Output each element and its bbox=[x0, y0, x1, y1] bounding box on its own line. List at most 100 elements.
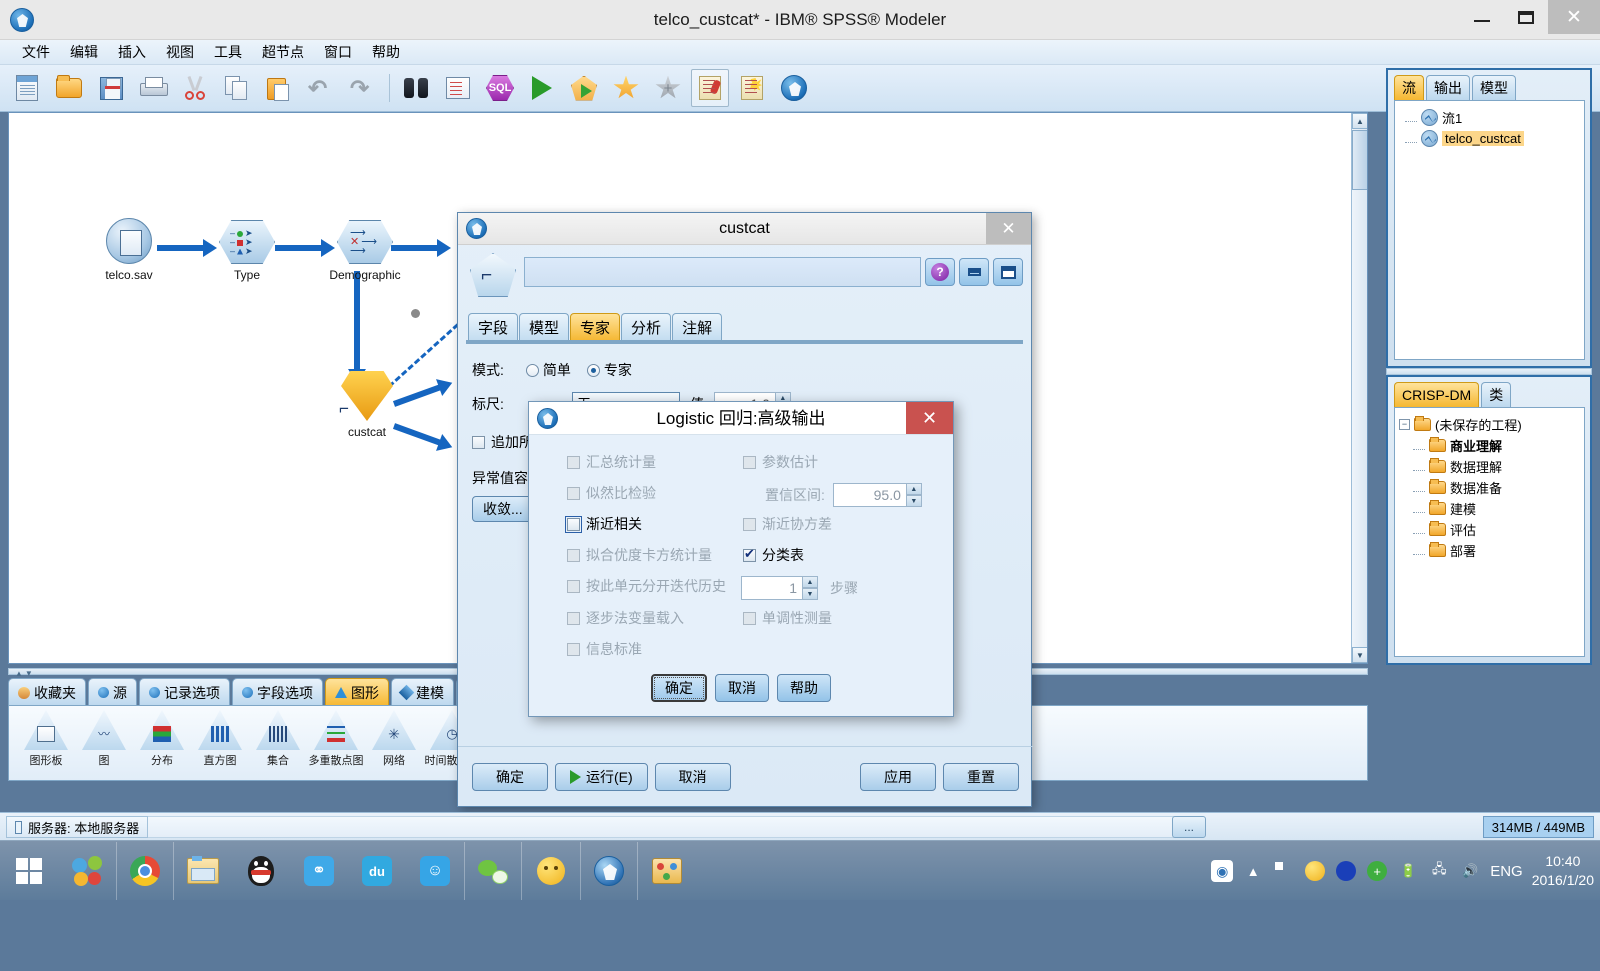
menu-item-supernode[interactable]: 超节点 bbox=[252, 40, 314, 64]
tray-language-indicator[interactable]: ENG bbox=[1490, 863, 1523, 880]
tab-outputs[interactable]: 输出 bbox=[1426, 75, 1470, 100]
menu-item-file[interactable]: 文件 bbox=[12, 40, 60, 64]
tab-streams[interactable]: 流 bbox=[1394, 75, 1424, 100]
menu-item-help[interactable]: 帮助 bbox=[362, 40, 410, 64]
classification-table-row[interactable]: 分类表 bbox=[743, 545, 804, 565]
summary-statistics-checkbox[interactable] bbox=[567, 455, 580, 469]
canvas-node-type[interactable]: – ➤ – ➤ – ➤ Type bbox=[202, 220, 292, 282]
palette-tab-field-ops[interactable]: 字段选项 bbox=[232, 678, 323, 706]
taskbar-icon-wechat[interactable] bbox=[464, 842, 522, 900]
tray-icon-network[interactable]: 🖧 bbox=[1428, 860, 1450, 882]
custcat-help-button[interactable]: ? bbox=[925, 258, 955, 286]
taskbar-icon-emoji[interactable] bbox=[522, 842, 580, 900]
palette-node-graphboard[interactable]: 图形板 bbox=[17, 710, 75, 768]
palette-node-plot[interactable]: 〰 图 bbox=[75, 710, 133, 768]
palette-tab-favorites[interactable]: 收藏夹 bbox=[8, 678, 86, 706]
spinner-buttons[interactable]: ▲▼ bbox=[906, 483, 922, 507]
custcat-minimize-button[interactable] bbox=[959, 258, 989, 286]
tab-classes[interactable]: 类 bbox=[1481, 382, 1512, 407]
tab-models[interactable]: 模型 bbox=[1472, 75, 1516, 100]
menu-item-edit[interactable]: 编辑 bbox=[60, 40, 108, 64]
undo-button[interactable]: ↶ bbox=[302, 69, 340, 107]
parameter-estimates-checkbox[interactable] bbox=[743, 455, 756, 469]
cut-button[interactable] bbox=[176, 69, 214, 107]
tray-icon-volume[interactable]: 🔊 bbox=[1459, 860, 1481, 882]
spinner-down-icon[interactable]: ▼ bbox=[803, 588, 818, 600]
asymptotic-correlation-checkbox[interactable] bbox=[565, 515, 582, 533]
project-tree-item-modeling[interactable]: 建模 bbox=[1399, 498, 1580, 519]
palette-node-web[interactable]: ✳ 网络 bbox=[365, 710, 423, 768]
tray-icon-green-plus[interactable]: + bbox=[1366, 860, 1388, 882]
modal-cancel-button[interactable]: 取消 bbox=[715, 674, 769, 702]
spinner-down-icon[interactable]: ▼ bbox=[906, 495, 922, 507]
tab-crisp-dm[interactable]: CRISP-DM bbox=[1394, 382, 1480, 407]
add-favorite-button[interactable] bbox=[607, 69, 645, 107]
window-maximize-button[interactable] bbox=[1504, 0, 1548, 34]
classification-table-checkbox[interactable] bbox=[743, 546, 756, 562]
taskbar-icon-explorer[interactable] bbox=[174, 842, 232, 900]
taskbar-icon-baidu-cloud[interactable]: ⚭ bbox=[290, 842, 348, 900]
palette-tab-sources[interactable]: 源 bbox=[88, 678, 137, 706]
window-close-button[interactable]: ✕ bbox=[1548, 0, 1600, 34]
converge-button[interactable]: 收敛... bbox=[472, 496, 534, 522]
custcat-run-button[interactable]: 运行(E) bbox=[555, 763, 648, 791]
custcat-reset-button[interactable]: 重置 bbox=[943, 763, 1019, 791]
palette-tab-graphs[interactable]: 图形 bbox=[325, 678, 389, 706]
information-criteria-checkbox[interactable] bbox=[567, 642, 580, 656]
project-tree[interactable]: − (未保存的工程) 商业理解 数据理解 数据准备 建模 评估 部署 bbox=[1394, 407, 1585, 657]
stream-tree-item-2[interactable]: telco_custcat bbox=[1399, 128, 1580, 149]
taskbar-clock[interactable]: 10:40 2016/1/20 bbox=[1532, 852, 1594, 890]
scrollbar-thumb[interactable] bbox=[1352, 130, 1367, 190]
menu-item-tools[interactable]: 工具 bbox=[204, 40, 252, 64]
custcat-maximize-button[interactable] bbox=[993, 258, 1023, 286]
parameter-estimates-row[interactable]: 参数估计 bbox=[743, 452, 818, 472]
iteration-history-checkbox[interactable] bbox=[567, 579, 580, 593]
palette-node-collection[interactable]: 集合 bbox=[249, 710, 307, 768]
steps-spinner[interactable]: 1 ▲ ▼ bbox=[741, 576, 818, 600]
canvas-node-demographic[interactable]: ⟶ ✕ ⟶ ⟶ Demographic bbox=[320, 220, 410, 282]
palette-node-multiplot[interactable]: 多重散点图 bbox=[307, 710, 365, 768]
run-selection-button[interactable] bbox=[565, 69, 603, 107]
stream-notes-button[interactable] bbox=[691, 69, 729, 107]
tray-icon-battery[interactable]: 🔋 bbox=[1397, 860, 1419, 882]
taskbar-icon-flowers[interactable] bbox=[58, 842, 116, 900]
palette-tab-modeling[interactable]: 建模 bbox=[391, 678, 454, 706]
tray-icon-emoji[interactable] bbox=[1304, 860, 1326, 882]
canvas-node-custcat[interactable]: ⌐ custcat bbox=[322, 371, 412, 439]
confidence-interval-spinner[interactable]: 95.0 ▲ ▼ bbox=[832, 483, 922, 507]
palette-node-histogram[interactable]: 直方图 bbox=[191, 710, 249, 768]
streams-tree[interactable]: 流1 telco_custcat bbox=[1394, 100, 1585, 360]
save-button[interactable] bbox=[92, 69, 130, 107]
tray-icon-windows[interactable] bbox=[1273, 860, 1295, 882]
custcat-apply-button[interactable]: 应用 bbox=[860, 763, 936, 791]
run-stream-button[interactable] bbox=[523, 69, 561, 107]
menu-item-view[interactable]: 视图 bbox=[156, 40, 204, 64]
palette-node-distribution[interactable]: 分布 bbox=[133, 710, 191, 768]
modal-ok-button[interactable]: 确定 bbox=[651, 674, 707, 702]
asymptotic-correlation-row[interactable]: 渐近相关 bbox=[565, 514, 642, 534]
new-stream-button[interactable] bbox=[8, 69, 46, 107]
link-handle-dot[interactable] bbox=[411, 309, 420, 318]
redo-button[interactable]: ↷ bbox=[344, 69, 382, 107]
spinner-up-icon[interactable]: ▲ bbox=[803, 576, 818, 588]
stepwise-entry-checkbox[interactable] bbox=[567, 611, 580, 625]
spinner-buttons[interactable]: ▲▼ bbox=[803, 576, 818, 600]
dock-splitter[interactable] bbox=[1386, 368, 1592, 375]
project-tree-root[interactable]: − (未保存的工程) bbox=[1399, 414, 1580, 435]
custcat-ok-button[interactable]: 确定 bbox=[472, 763, 548, 791]
tab-model[interactable]: 模型 bbox=[519, 313, 570, 341]
tab-analyze[interactable]: 分析 bbox=[621, 313, 672, 341]
information-criteria-row[interactable]: 信息标准 bbox=[567, 639, 642, 659]
mode-simple-radio[interactable] bbox=[525, 363, 539, 377]
scroll-down-arrow[interactable]: ▼ bbox=[1352, 647, 1367, 663]
status-more-button[interactable]: ... bbox=[1172, 816, 1206, 838]
custcat-name-input[interactable] bbox=[524, 257, 921, 287]
stream-tree-item-1[interactable]: 流1 bbox=[1399, 107, 1580, 128]
start-button[interactable] bbox=[0, 841, 58, 901]
open-button[interactable] bbox=[50, 69, 88, 107]
goodness-of-fit-checkbox[interactable] bbox=[567, 548, 580, 562]
iteration-history-row[interactable]: 按此单元分开迭代历史 bbox=[567, 576, 726, 596]
tray-icon-app[interactable]: ◉ bbox=[1211, 860, 1234, 882]
project-tree-item-business[interactable]: 商业理解 bbox=[1399, 435, 1580, 456]
taskbar-icon-chrome[interactable] bbox=[116, 842, 174, 900]
